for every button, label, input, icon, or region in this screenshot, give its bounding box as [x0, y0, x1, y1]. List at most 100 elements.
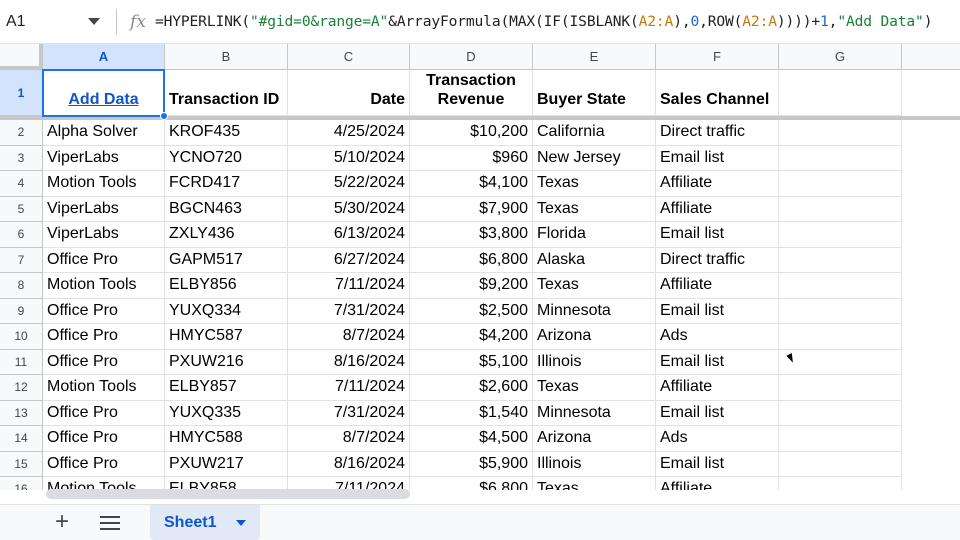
table-cell[interactable]: $9,200	[410, 273, 533, 299]
table-cell[interactable]: ELBY857	[165, 375, 288, 401]
table-cell[interactable]: 7/11/2024	[288, 375, 410, 401]
table-cell[interactable]: $6,800	[410, 477, 533, 490]
table-cell[interactable]: 8/16/2024	[288, 349, 410, 375]
column-header-d[interactable]: D	[410, 44, 533, 70]
table-cell[interactable]: Office Pro	[43, 298, 165, 324]
table-cell[interactable]: Email list	[656, 222, 779, 248]
column-header-f[interactable]: F	[656, 44, 779, 70]
table-cell[interactable]: $4,500	[410, 426, 533, 452]
table-cell[interactable]: Direct traffic	[656, 247, 779, 273]
table-cell[interactable]: Texas	[533, 273, 656, 299]
table-cell[interactable]: Office Pro	[43, 426, 165, 452]
table-cell[interactable]: PXUW216	[165, 349, 288, 375]
table-cell[interactable]	[779, 120, 902, 146]
table-cell[interactable]	[779, 196, 902, 222]
table-cell[interactable]: $5,900	[410, 451, 533, 477]
table-cell[interactable]: 7/11/2024	[288, 273, 410, 299]
add-data-link[interactable]: Add Data	[43, 70, 165, 116]
row-header[interactable]: 9	[0, 298, 43, 324]
table-cell[interactable]: Affiliate	[656, 171, 779, 197]
table-cell[interactable]: YUXQ334	[165, 298, 288, 324]
table-cell[interactable]	[779, 375, 902, 401]
table-cell[interactable]: 7/31/2024	[288, 298, 410, 324]
table-cell[interactable]: $1,540	[410, 400, 533, 426]
table-cell[interactable]: 6/13/2024	[288, 222, 410, 248]
table-cell[interactable]: FCRD417	[165, 171, 288, 197]
row-header[interactable]: 2	[0, 120, 43, 146]
table-cell[interactable]	[779, 451, 902, 477]
table-cell[interactable]: ViperLabs	[43, 222, 165, 248]
table-cell[interactable]: ViperLabs	[43, 145, 165, 171]
table-cell[interactable]: 7/31/2024	[288, 400, 410, 426]
table-cell[interactable]: ZXLY436	[165, 222, 288, 248]
table-cell[interactable]: Texas	[533, 375, 656, 401]
plus-icon[interactable]: +	[50, 510, 74, 535]
table-cell[interactable]: Illinois	[533, 451, 656, 477]
fill-handle[interactable]	[160, 112, 168, 120]
table-cell[interactable]: Texas	[533, 477, 656, 490]
row-header[interactable]: 11	[0, 349, 43, 375]
table-cell[interactable]: $3,800	[410, 222, 533, 248]
row-header[interactable]: 4	[0, 171, 43, 197]
table-cell[interactable]: Motion Tools	[43, 171, 165, 197]
table-cell[interactable]: Affiliate	[656, 196, 779, 222]
table-cell[interactable]: Minnesota	[533, 400, 656, 426]
table-cell[interactable]: Illinois	[533, 349, 656, 375]
table-cell[interactable]: $4,200	[410, 324, 533, 350]
table-cell[interactable]: 4/25/2024	[288, 120, 410, 146]
column-header-partial[interactable]	[902, 44, 960, 70]
column-header-g[interactable]: G	[779, 44, 902, 70]
menu-icon[interactable]	[100, 516, 120, 530]
table-cell[interactable]	[779, 426, 902, 452]
table-cell[interactable]: Affiliate	[656, 375, 779, 401]
column-header-e[interactable]: E	[533, 44, 656, 70]
table-cell[interactable]: 8/7/2024	[288, 324, 410, 350]
table-cell[interactable]	[779, 273, 902, 299]
table-cell[interactable]: Ads	[656, 426, 779, 452]
chevron-down-icon[interactable]	[236, 520, 246, 526]
table-cell[interactable]	[779, 145, 902, 171]
table-cell[interactable]: Arizona	[533, 324, 656, 350]
table-cell[interactable]	[779, 247, 902, 273]
row-header-1[interactable]: 1	[0, 70, 43, 116]
table-cell[interactable]	[779, 477, 902, 490]
row-header[interactable]: 10	[0, 324, 43, 350]
table-cell[interactable]: 8/7/2024	[288, 426, 410, 452]
table-cell[interactable]: Direct traffic	[656, 120, 779, 146]
table-cell[interactable]: 6/27/2024	[288, 247, 410, 273]
row-header[interactable]: 13	[0, 400, 43, 426]
table-cell[interactable]: Office Pro	[43, 247, 165, 273]
table-cell[interactable]: New Jersey	[533, 145, 656, 171]
table-cell[interactable]: YUXQ335	[165, 400, 288, 426]
row-header[interactable]: 6	[0, 222, 43, 248]
table-cell[interactable]	[779, 324, 902, 350]
table-cell[interactable]	[779, 171, 902, 197]
table-cell[interactable]: $2,500	[410, 298, 533, 324]
table-cell[interactable]: Office Pro	[43, 324, 165, 350]
table-cell[interactable]: YCNO720	[165, 145, 288, 171]
table-cell[interactable]: BGCN463	[165, 196, 288, 222]
name-box[interactable]: A1	[0, 0, 110, 44]
row-header[interactable]: 12	[0, 375, 43, 401]
table-cell[interactable]	[779, 298, 902, 324]
table-cell[interactable]	[779, 222, 902, 248]
row-header[interactable]: 15	[0, 451, 43, 477]
spreadsheet-grid[interactable]: A B C D E F G 1 Add Data Transaction ID Date Transa…	[0, 44, 960, 490]
table-cell[interactable]: Alpha Solver	[43, 120, 165, 146]
table-cell[interactable]: 8/16/2024	[288, 451, 410, 477]
select-all-corner[interactable]	[0, 44, 43, 70]
table-cell[interactable]: HMYC587	[165, 324, 288, 350]
table-cell[interactable]: $960	[410, 145, 533, 171]
table-cell[interactable]: GAPM517	[165, 247, 288, 273]
table-cell[interactable]: $5,100	[410, 349, 533, 375]
table-cell[interactable]: $6,800	[410, 247, 533, 273]
chevron-down-icon[interactable]	[88, 17, 100, 25]
table-cell[interactable]: Motion Tools	[43, 273, 165, 299]
table-cell[interactable]: Texas	[533, 171, 656, 197]
row-header[interactable]: 3	[0, 145, 43, 171]
table-cell[interactable]	[779, 349, 902, 375]
horizontal-scrollbar[interactable]	[46, 489, 410, 499]
table-cell[interactable]: California	[533, 120, 656, 146]
table-cell[interactable]: Office Pro	[43, 400, 165, 426]
table-cell[interactable]: Texas	[533, 196, 656, 222]
